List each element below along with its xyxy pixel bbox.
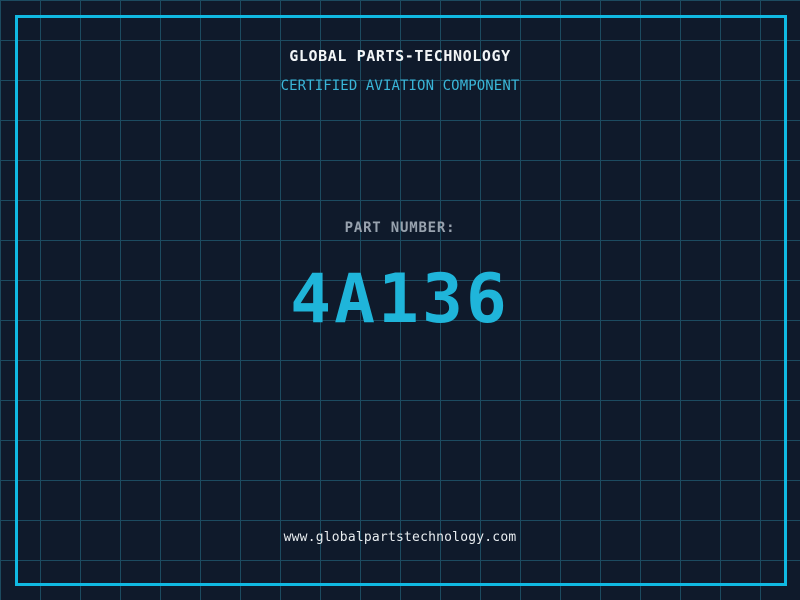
brand-title: GLOBAL PARTS-TECHNOLOGY — [289, 47, 511, 65]
part-number-value: 4A136 — [290, 260, 510, 339]
part-number-label: PART NUMBER: — [344, 220, 456, 236]
certification-subtitle: CERTIFIED AVIATION COMPONENT — [280, 78, 520, 94]
part-label-canvas: GLOBAL PARTS-TECHNOLOGY CERTIFIED AVIATI… — [0, 0, 800, 600]
website-url: www.globalpartstechnology.com — [283, 530, 517, 545]
